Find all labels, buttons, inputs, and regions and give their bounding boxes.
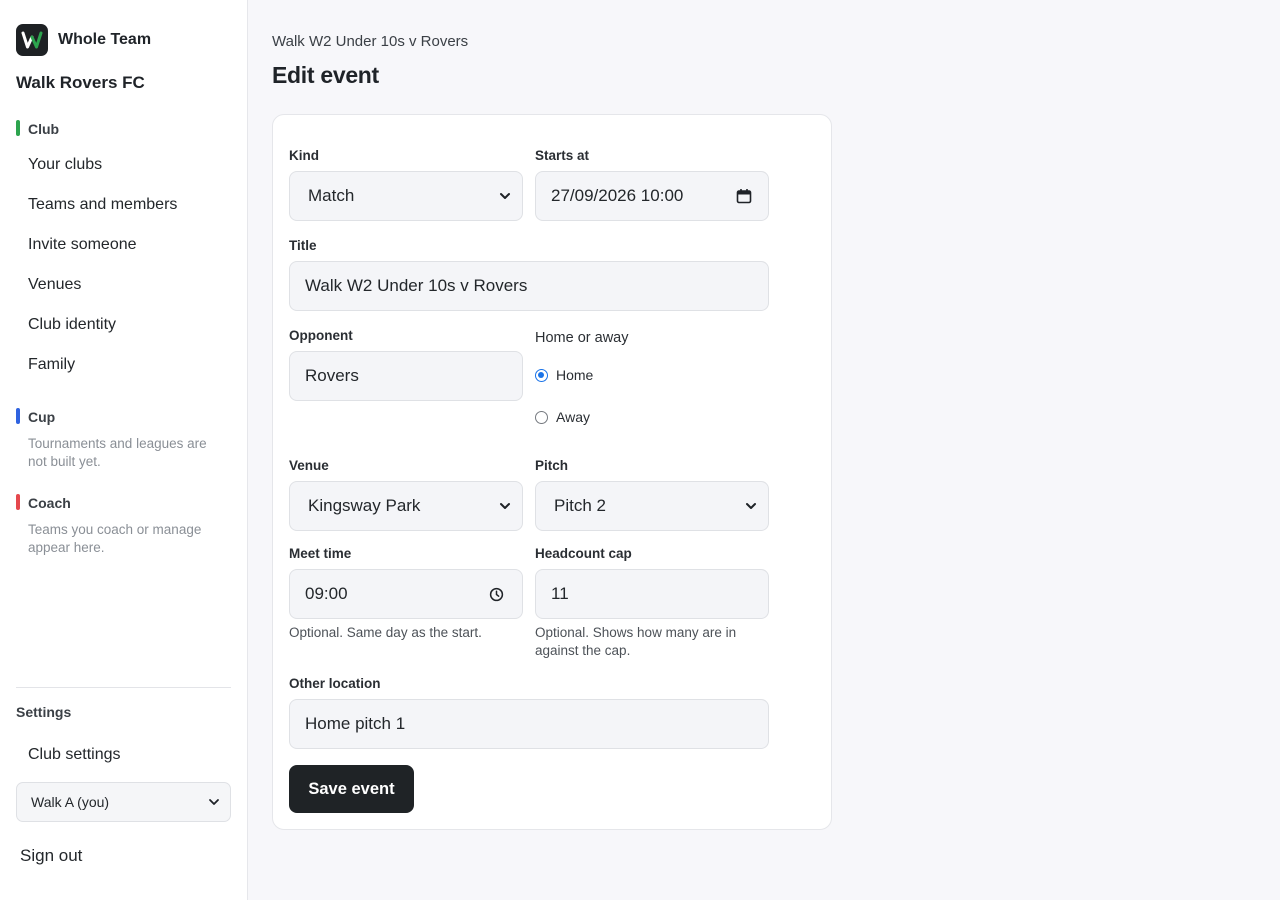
radio-home-control[interactable]: [535, 368, 548, 382]
other-location-label: Other location: [289, 676, 381, 691]
settings-label: Settings: [16, 704, 72, 720]
brand-name: Whole Team: [58, 31, 152, 48]
member-select-value: Walk A (you): [31, 794, 110, 810]
section-label-cup-text: Cup: [28, 409, 56, 425]
chevron-down-icon: [500, 193, 510, 199]
headcount-cap-value: 11: [551, 584, 569, 603]
venue-label: Venue: [289, 458, 329, 473]
headcount-cap-label: Headcount cap: [535, 546, 632, 561]
chevron-down-icon: [500, 503, 510, 509]
venue-select-value: Kingsway Park: [308, 496, 421, 515]
sidebar-item-teams-and-members[interactable]: Teams and members: [28, 195, 177, 215]
radio-away-label: Away: [556, 409, 590, 425]
pitch-label: Pitch: [535, 458, 569, 473]
breadcrumb[interactable]: Walk W2 Under 10s v Rovers: [272, 33, 468, 50]
other-location-input[interactable]: Home pitch 1: [289, 699, 769, 749]
coach-section-marker: [16, 494, 20, 510]
section-label-club-text: Club: [28, 121, 60, 137]
kind-label: Kind: [289, 148, 319, 163]
clock-icon[interactable]: [489, 587, 504, 602]
page-title: Edit event: [272, 62, 379, 88]
starts-at-value: 27/09/2026 10:00: [551, 186, 684, 205]
section-label-club: Club: [16, 120, 59, 138]
whole-team-logo-icon: [16, 24, 48, 56]
opponent-label: Opponent: [289, 328, 353, 343]
member-select[interactable]: Walk A (you): [16, 782, 231, 822]
venue-select[interactable]: Kingsway Park: [289, 481, 523, 531]
opponent-input[interactable]: Rovers: [289, 351, 523, 401]
radio-home[interactable]: Home: [535, 367, 593, 383]
meet-time-label: Meet time: [289, 546, 352, 561]
sign-out-link[interactable]: Sign out: [20, 846, 82, 866]
meet-time-value: 09:00: [305, 584, 348, 603]
coach-note: Teams you coach or manage appear here.: [28, 522, 202, 555]
pitch-select[interactable]: Pitch 2: [535, 481, 769, 531]
calendar-icon[interactable]: [736, 188, 752, 204]
sidebar-item-club-settings[interactable]: Club settings: [28, 745, 121, 765]
sidebar-item-venues[interactable]: Venues: [28, 275, 81, 295]
club-name: Walk Rovers FC: [16, 73, 145, 92]
sidebar-divider: [16, 687, 231, 688]
chevron-down-icon: [209, 799, 219, 805]
headcount-cap-help: Optional. Shows how many are in against …: [535, 625, 737, 658]
title-input[interactable]: Walk W2 Under 10s v Rovers: [289, 261, 769, 311]
starts-at-input[interactable]: 27/09/2026 10:00: [535, 171, 769, 221]
meet-time-input[interactable]: 09:00: [289, 569, 523, 619]
title-label: Title: [289, 238, 317, 253]
section-label-coach: Coach: [16, 494, 71, 512]
opponent-value: Rovers: [305, 366, 359, 385]
sidebar-item-club-identity[interactable]: Club identity: [28, 315, 116, 335]
headcount-cap-input[interactable]: 11: [535, 569, 769, 619]
cup-section-marker: [16, 408, 20, 424]
home-away-label: Home or away: [535, 330, 629, 346]
sidebar-item-your-clubs[interactable]: Your clubs: [28, 155, 102, 175]
sidebar-item-invite-someone[interactable]: Invite someone: [28, 235, 137, 255]
cup-note: Tournaments and leagues are not built ye…: [28, 436, 207, 469]
radio-away-control[interactable]: [535, 410, 548, 424]
save-event-button[interactable]: Save event: [289, 765, 414, 813]
sidebar: Whole Team Walk Rovers FC Club Your club…: [0, 0, 248, 900]
kind-select-value: Match: [308, 186, 355, 205]
brand[interactable]: Whole Team: [16, 24, 151, 56]
starts-at-label: Starts at: [535, 148, 590, 163]
pitch-select-value: Pitch 2: [554, 496, 606, 515]
kind-select[interactable]: Match: [289, 171, 523, 221]
meet-time-help: Optional. Same day as the start.: [289, 625, 482, 640]
section-label-coach-text: Coach: [28, 495, 71, 511]
radio-home-label: Home: [556, 367, 594, 383]
section-label-cup: Cup: [16, 408, 55, 426]
radio-away[interactable]: Away: [535, 409, 590, 425]
chevron-down-icon: [746, 503, 756, 509]
other-location-value: Home pitch 1: [305, 714, 406, 733]
title-value: Walk W2 Under 10s v Rovers: [305, 276, 528, 295]
club-section-marker: [16, 120, 20, 136]
sidebar-item-family[interactable]: Family: [28, 355, 75, 375]
